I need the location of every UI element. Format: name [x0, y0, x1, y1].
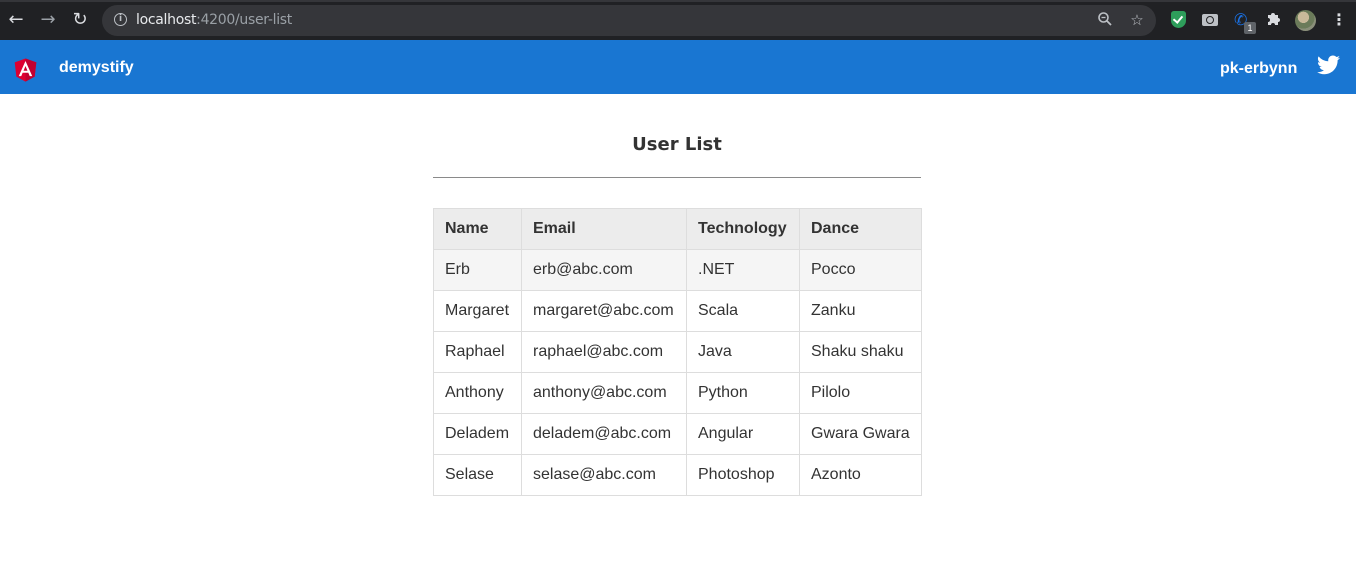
- reload-icon[interactable]: ↻: [69, 9, 91, 31]
- cell-email: margaret@abc.com: [521, 290, 687, 332]
- cell-technology: Scala: [686, 290, 800, 332]
- extension-badge: 1: [1244, 22, 1256, 34]
- table-row: Erb erb@abc.com .NET Pocco: [433, 249, 922, 291]
- url-host: localhost: [136, 12, 197, 28]
- cell-dance: Azonto: [799, 454, 922, 496]
- cell-email: anthony@abc.com: [521, 372, 687, 414]
- cell-dance: Pilolo: [799, 372, 922, 414]
- cell-technology: .NET: [686, 249, 800, 291]
- cell-name: Raphael: [433, 331, 522, 373]
- camera-extension-icon[interactable]: [1202, 14, 1218, 26]
- puzzle-extensions-icon[interactable]: [1264, 10, 1284, 30]
- cell-technology: Angular: [686, 413, 800, 455]
- cell-email: deladem@abc.com: [521, 413, 687, 455]
- cell-email: raphael@abc.com: [521, 331, 687, 373]
- user-handle-link[interactable]: pk-erbynn: [1220, 60, 1297, 78]
- address-bar[interactable]: i localhost:4200/user-list ☆: [102, 5, 1156, 36]
- cell-dance: Gwara Gwara: [799, 413, 922, 455]
- table-row: Anthony anthony@abc.com Python Pilolo: [433, 372, 922, 414]
- table-row: Selase selase@abc.com Photoshop Azonto: [433, 454, 922, 496]
- column-header-dance: Dance: [799, 208, 922, 250]
- cell-technology: Photoshop: [686, 454, 800, 496]
- angular-logo: [14, 58, 37, 82]
- table-row: Margaret margaret@abc.com Scala Zanku: [433, 290, 922, 332]
- user-table: Name Email Technology Dance Erb erb@abc.…: [433, 208, 922, 496]
- cell-name: Deladem: [433, 413, 522, 455]
- cell-dance: Shaku shaku: [799, 331, 922, 373]
- column-header-technology: Technology: [686, 208, 800, 250]
- cell-name: Anthony: [433, 372, 522, 414]
- app-header: demystify pk-erbynn: [0, 40, 1356, 94]
- zoom-icon[interactable]: [1096, 11, 1114, 29]
- cell-name: Selase: [433, 454, 522, 496]
- cell-technology: Python: [686, 372, 800, 414]
- url-text[interactable]: localhost:4200/user-list: [136, 12, 292, 28]
- forward-arrow-icon[interactable]: →: [37, 9, 59, 31]
- cell-name: Erb: [433, 249, 522, 291]
- column-header-email: Email: [521, 208, 687, 250]
- url-path: :4200/user-list: [196, 12, 292, 28]
- profile-avatar[interactable]: [1295, 10, 1316, 31]
- page-title: User List: [632, 134, 722, 155]
- cell-technology: Java: [686, 331, 800, 373]
- title-divider: [433, 177, 921, 178]
- star-icon[interactable]: ☆: [1128, 11, 1146, 29]
- kebab-menu-icon[interactable]: ⋮: [1331, 10, 1347, 30]
- browser-toolbar: ← → ↻ i localhost:4200/user-list ☆ ✆ 1 ⋮: [0, 0, 1356, 40]
- table-row: Raphael raphael@abc.com Java Shaku shaku: [433, 331, 922, 373]
- cell-dance: Pocco: [799, 249, 922, 291]
- brand-name[interactable]: demystify: [59, 59, 134, 77]
- shield-extension-icon[interactable]: [1171, 11, 1186, 28]
- cell-email: selase@abc.com: [521, 454, 687, 496]
- column-header-name: Name: [433, 208, 522, 250]
- info-icon[interactable]: i: [114, 13, 127, 26]
- table-row: Deladem deladem@abc.com Angular Gwara Gw…: [433, 413, 922, 455]
- table-header-row: Name Email Technology Dance: [433, 208, 922, 250]
- twitter-icon[interactable]: [1317, 55, 1340, 75]
- cell-email: erb@abc.com: [521, 249, 687, 291]
- cell-dance: Zanku: [799, 290, 922, 332]
- back-arrow-icon[interactable]: ←: [5, 9, 27, 31]
- cell-name: Margaret: [433, 290, 522, 332]
